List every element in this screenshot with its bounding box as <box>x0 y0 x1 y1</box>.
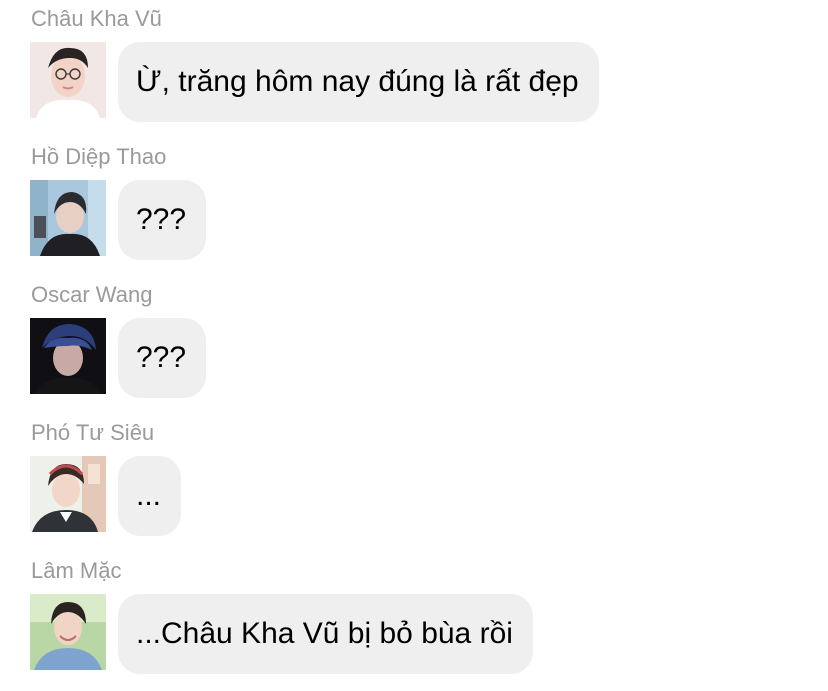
avatar[interactable] <box>30 180 106 256</box>
message-row: Châu Kha Vũ Ừ, trăng hôm nay đúng là rất… <box>0 6 828 126</box>
message-bubble[interactable]: ... <box>118 456 182 536</box>
message-bubble[interactable]: ??? <box>118 180 207 260</box>
message-row: Phó Tư Siêu ... <box>0 420 828 540</box>
chat-thread: Châu Kha Vũ Ừ, trăng hôm nay đúng là rất… <box>0 0 828 691</box>
sender-name: Hồ Diệp Thao <box>31 144 167 169</box>
sender-name: Châu Kha Vũ <box>31 6 162 31</box>
avatar-oscar-wang-icon <box>30 318 106 394</box>
sender-name: Oscar Wang <box>31 282 153 307</box>
avatar-chau-kha-vu-icon <box>30 42 106 118</box>
avatar[interactable] <box>30 456 106 532</box>
avatar-pho-tu-sieu-icon <box>30 456 106 532</box>
message-bubble[interactable]: Ừ, trăng hôm nay đúng là rất đẹp <box>118 42 599 122</box>
avatar[interactable] <box>30 42 106 118</box>
sender-name: Phó Tư Siêu <box>31 420 155 445</box>
message-row: Oscar Wang ??? <box>0 282 828 402</box>
avatar[interactable] <box>30 318 106 394</box>
avatar[interactable] <box>30 594 106 670</box>
sender-name: Lâm Mặc <box>31 558 122 583</box>
message-row: Hồ Diệp Thao ??? <box>0 144 828 264</box>
message-bubble[interactable]: ...Châu Kha Vũ bị bỏ bùa rồi <box>118 594 533 674</box>
message-bubble[interactable]: ??? <box>118 318 207 398</box>
avatar-ho-diep-thao-icon <box>30 180 106 256</box>
message-row: Lâm Mặc ...Châu Kha Vũ bị bỏ bùa rồi <box>0 558 828 678</box>
avatar-lam-mac-icon <box>30 594 106 670</box>
